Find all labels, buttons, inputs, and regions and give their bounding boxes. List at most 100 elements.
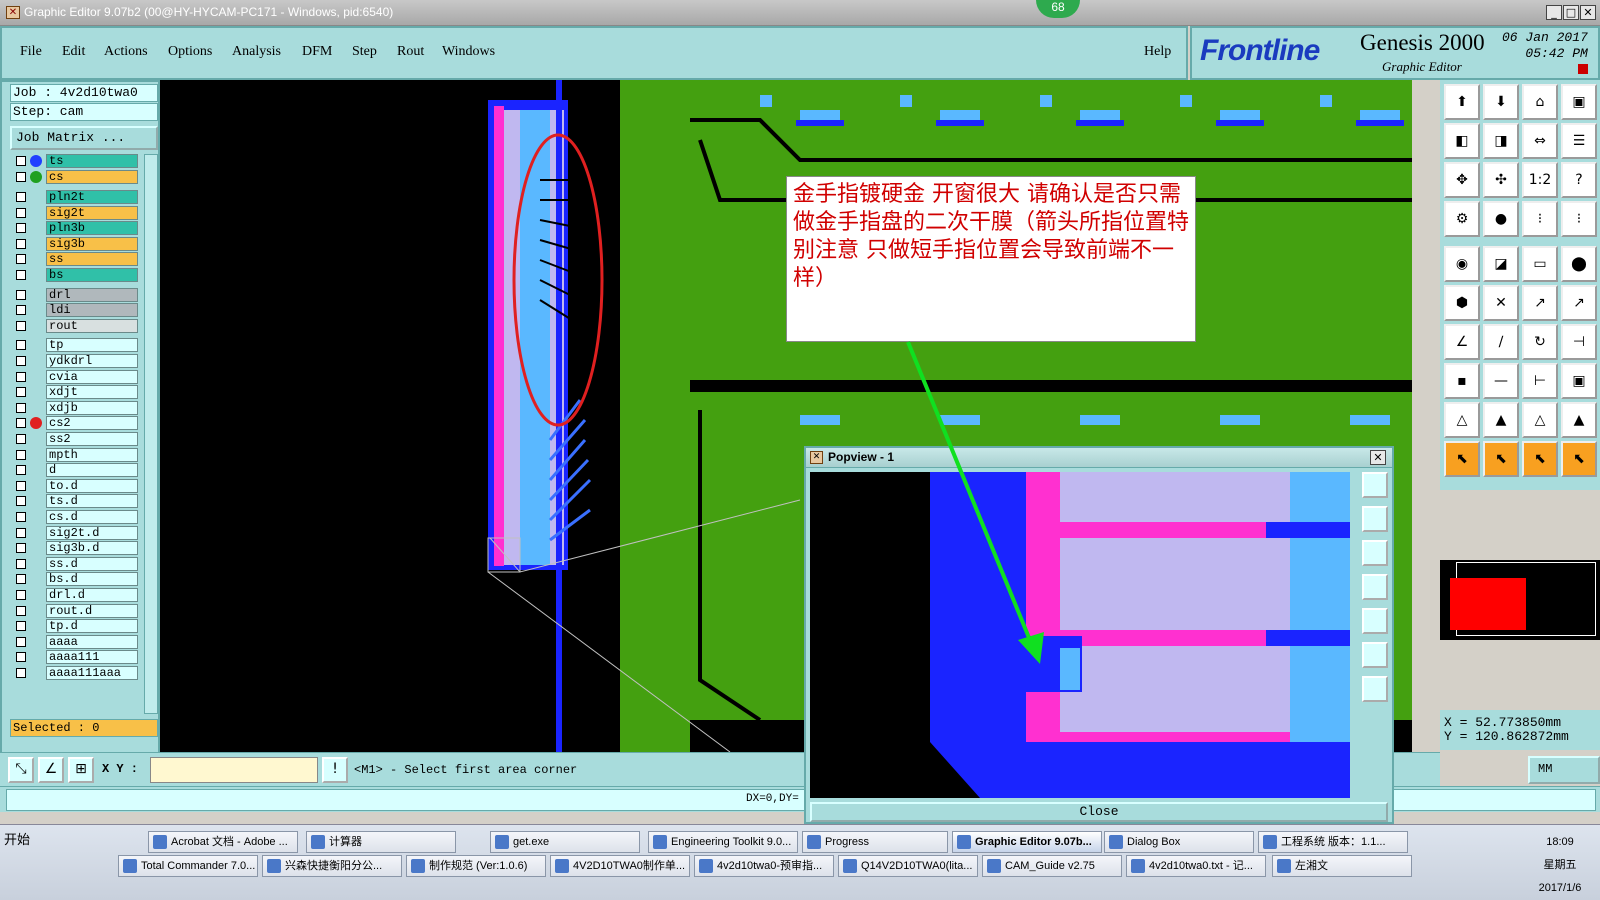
layer-row[interactable]: tp.d <box>10 619 144 634</box>
layer-row[interactable]: ss2 <box>10 432 144 446</box>
layer-checkbox[interactable] <box>16 156 26 166</box>
layer-row[interactable]: aaaa111aaa <box>10 666 144 680</box>
tool-button-6[interactable]: ◨ <box>1483 123 1519 159</box>
layer-checkbox[interactable] <box>16 320 26 331</box>
layer-name[interactable]: xdjt <box>46 385 138 400</box>
layer-name[interactable]: ss.d <box>46 556 138 571</box>
layer-name[interactable]: tp <box>46 338 138 353</box>
layer-checkbox[interactable] <box>16 574 26 585</box>
taskbar-button[interactable]: 工程系统 版本：1.1... <box>1258 831 1408 853</box>
layer-checkbox[interactable] <box>16 371 26 382</box>
minimize-button[interactable]: _ <box>1546 5 1562 20</box>
menu-file[interactable]: File <box>20 44 42 60</box>
layer-row[interactable]: to.d <box>10 478 144 493</box>
tool-button-20[interactable]: ⬤ <box>1561 246 1597 282</box>
tool-button-1[interactable]: ⬆ <box>1444 84 1480 120</box>
layer-row[interactable]: aaaa <box>10 634 144 649</box>
popview-pan-right-icon[interactable] <box>1362 608 1388 634</box>
info-icon[interactable]: ! <box>322 757 348 783</box>
taskbar-button[interactable]: get.exe <box>490 831 640 853</box>
tool-button-10[interactable]: ✣ <box>1483 162 1519 198</box>
units-select[interactable]: MM <box>1528 756 1600 784</box>
close-button[interactable]: ✕ <box>1580 5 1596 20</box>
layer-name[interactable]: ydkdrl <box>46 354 138 368</box>
layer-name[interactable]: rout <box>46 318 138 333</box>
popview-canvas[interactable] <box>810 472 1350 798</box>
layer-row[interactable]: ss <box>10 252 144 267</box>
layer-checkbox[interactable] <box>16 434 26 444</box>
layer-name[interactable]: cs.d <box>46 510 138 524</box>
layer-checkbox[interactable] <box>16 356 26 366</box>
layer-name[interactable]: d <box>46 463 138 478</box>
layer-checkbox[interactable] <box>16 238 26 249</box>
taskbar-button[interactable]: 4v2d10twa0-预审指... <box>694 855 834 877</box>
tool-button-27[interactable]: ↻ <box>1522 324 1558 360</box>
taskbar-button[interactable]: Graphic Editor 9.07b... <box>952 831 1102 853</box>
layer-row[interactable]: pln3b <box>10 221 144 236</box>
minimap[interactable] <box>1440 560 1600 640</box>
popview-titlebar[interactable]: ✕ Popview - 1 ✕ <box>806 448 1392 468</box>
popview-close-icon[interactable]: ✕ <box>1370 450 1386 465</box>
layer-checkbox[interactable] <box>16 652 26 663</box>
layer-name[interactable]: bs.d <box>46 572 138 587</box>
layer-row[interactable]: drl <box>10 287 144 302</box>
tool-button-18[interactable]: ◪ <box>1483 246 1519 282</box>
tool-button-4[interactable]: ▣ <box>1561 84 1597 120</box>
measure-icon[interactable]: ∠ <box>38 757 64 783</box>
layer-row[interactable]: ts <box>10 154 144 168</box>
menu-dfm[interactable]: DFM <box>302 44 332 60</box>
layer-row[interactable]: xdjt <box>10 385 144 400</box>
layer-name[interactable]: rout.d <box>46 603 138 618</box>
popview-zoom-fit-icon[interactable] <box>1362 642 1388 668</box>
layer-name[interactable]: sig2t.d <box>46 525 138 540</box>
taskbar-button[interactable]: 4v2d10twa0.txt - 记... <box>1126 855 1266 877</box>
grid-icon[interactable]: ⊞ <box>68 757 94 783</box>
taskbar-button[interactable]: CAM_Guide v2.75 <box>982 855 1122 877</box>
menu-help[interactable]: Help <box>1144 44 1171 60</box>
layer-row[interactable]: sig3b <box>10 236 144 251</box>
layer-name[interactable]: cvia <box>46 369 138 384</box>
layer-name[interactable]: aaaa111 <box>46 650 138 665</box>
menu-edit[interactable]: Edit <box>62 44 85 60</box>
layer-name[interactable]: cs2 <box>46 416 138 431</box>
layer-row[interactable]: pln2t <box>10 190 144 204</box>
layer-checkbox[interactable] <box>16 558 26 569</box>
tool-button-40[interactable]: ⬉ <box>1561 441 1597 477</box>
layer-checkbox[interactable] <box>16 387 26 398</box>
popview-pan-up-icon[interactable] <box>1362 506 1388 532</box>
taskbar-button[interactable]: 左湘文 <box>1272 855 1412 877</box>
taskbar-button[interactable]: Q14V2D10TWA0(lita... <box>838 855 978 877</box>
tool-button-24[interactable]: ↗ <box>1561 285 1597 321</box>
tool-button-29[interactable]: ▪ <box>1444 363 1480 399</box>
tool-button-26[interactable]: ∕ <box>1483 324 1519 360</box>
taskbar-button[interactable]: Total Commander 7.0... <box>118 855 258 877</box>
tool-button-11[interactable]: 1:2 <box>1522 162 1558 198</box>
layer-checkbox[interactable] <box>16 636 26 647</box>
layer-checkbox[interactable] <box>16 192 26 202</box>
popview-zoom-icon[interactable] <box>1362 472 1388 498</box>
layer-checkbox[interactable] <box>16 527 26 538</box>
layer-row[interactable]: xdjb <box>10 400 144 415</box>
layer-row[interactable]: bs.d <box>10 572 144 587</box>
layer-name[interactable]: aaaa111aaa <box>46 666 138 680</box>
xy-input[interactable] <box>150 757 318 783</box>
layer-checkbox[interactable] <box>16 289 26 300</box>
layer-checkbox[interactable] <box>16 512 26 522</box>
layer-row[interactable]: ss.d <box>10 556 144 571</box>
tool-button-32[interactable]: ▣ <box>1561 363 1597 399</box>
layer-row[interactable]: aaaa111 <box>10 650 144 665</box>
tool-button-3[interactable]: ⌂ <box>1522 84 1558 120</box>
tool-button-25[interactable]: ∠ <box>1444 324 1480 360</box>
menu-rout[interactable]: Rout <box>397 44 424 60</box>
layer-name[interactable]: to.d <box>46 478 138 493</box>
tool-button-30[interactable]: — <box>1483 363 1519 399</box>
layer-checkbox[interactable] <box>16 418 26 429</box>
layer-checkbox[interactable] <box>16 449 26 460</box>
tool-button-8[interactable]: ☰ <box>1561 123 1597 159</box>
taskbar-button[interactable]: Dialog Box <box>1104 831 1254 853</box>
layer-name[interactable]: aaaa <box>46 634 138 649</box>
layer-checkbox[interactable] <box>16 668 26 678</box>
layer-name[interactable]: ts.d <box>46 494 138 509</box>
tool-button-22[interactable]: ✕ <box>1483 285 1519 321</box>
layer-checkbox[interactable] <box>16 207 26 218</box>
